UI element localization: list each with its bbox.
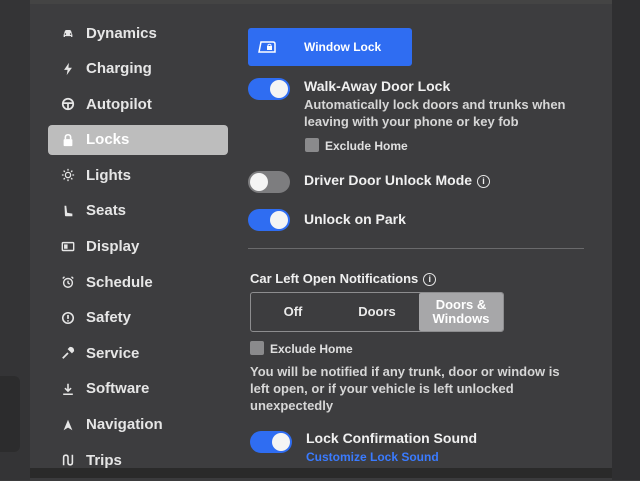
info-icon[interactable]: i [477,175,491,188]
sidebar-item-schedule[interactable]: Schedule [48,267,228,297]
option-doors-and-windows[interactable]: Doors & Windows [419,293,503,331]
settings-sidebar: Dynamics Charging Autopilot Locks Lights… [48,18,228,481]
sidebar-item-safety[interactable]: Safety [48,303,228,333]
right-bezel [612,0,640,480]
option-doors[interactable]: Doors [335,293,419,331]
option-doors-and-windows-label: Doors & Windows [432,297,490,326]
walk-away-door-lock-toggle[interactable] [248,78,290,100]
car-left-open-description: You will be notified if any trunk, door … [250,364,560,413]
sidebar-item-label: Service [86,344,140,362]
alarm-clock-icon [60,274,76,290]
section-divider [248,248,584,249]
sidebar-item-label: Navigation [86,416,163,434]
wrench-icon [60,345,76,361]
sidebar-item-label: Charging [86,60,152,78]
lock-icon [60,132,76,148]
car-left-open-segmented-control: Off Doors Doors & Windows [250,292,504,332]
car-left-open-exclude-home-checkbox[interactable] [250,341,264,355]
toggle-knob [250,173,268,191]
driver-door-unlock-mode-toggle[interactable] [248,171,290,193]
alert-circle-icon [60,310,76,326]
customize-lock-sound-link[interactable]: Customize Lock Sound [306,450,439,464]
sidebar-item-service[interactable]: Service [48,338,228,368]
sidebar-item-label: Locks [86,131,130,149]
seat-icon [60,203,76,219]
window-lock-icon [258,40,276,54]
lock-confirmation-sound-label: Lock Confirmation Sound [306,430,478,446]
car-left-open-label: Car Left Open Notifications [250,271,419,286]
steering-wheel-icon [60,96,76,112]
toggle-knob [270,211,288,229]
unlock-on-park-toggle[interactable] [248,209,290,231]
sidebar-item-navigation[interactable]: Navigation [48,410,228,440]
car-left-open-row: Car Left Open Notifications i [250,271,437,286]
walk-away-exclude-home-label: Exclude Home [325,139,408,153]
window-lock-button[interactable]: Window Lock [248,28,412,66]
sidebar-item-label: Autopilot [86,95,152,113]
driver-door-unlock-mode-label: Driver Door Unlock Mode [304,172,473,188]
info-icon[interactable]: i [423,273,437,286]
sidebar-item-seats[interactable]: Seats [48,196,228,226]
sidebar-item-label: Safety [86,309,132,327]
sidebar-item-label: Display [86,238,140,256]
bolt-icon [60,61,76,77]
left-bezel [0,0,30,480]
walk-away-exclude-home-checkbox[interactable] [305,138,319,152]
driver-door-unlock-mode-row: Driver Door Unlock Mode i [304,172,491,188]
toggle-knob [272,433,290,451]
car-icon [60,25,76,41]
sidebar-item-trips[interactable]: Trips [48,445,228,475]
sidebar-item-locks[interactable]: Locks [48,124,228,155]
display-icon [60,239,76,255]
car-left-open-exclude-home-label: Exclude Home [270,342,353,356]
sidebar-item-label: Trips [86,451,122,469]
option-off[interactable]: Off [251,293,335,331]
download-icon [60,381,76,397]
trips-icon [60,452,76,468]
sidebar-item-software[interactable]: Software [48,374,228,404]
lock-confirmation-sound-toggle[interactable] [250,431,292,453]
sidebar-item-label: Lights [86,166,131,184]
window-lock-label: Window Lock [304,40,382,54]
sidebar-item-label: Seats [86,202,127,220]
sidebar-item-label: Dynamics [86,24,157,42]
locks-settings-panel: Window Lock Walk-Away Door Lock Automati… [248,0,588,470]
bezel-edge [0,376,20,452]
walk-away-description: Automatically lock doors and trunks when… [304,97,566,129]
toggle-knob [270,80,288,98]
unlock-on-park-label: Unlock on Park [304,211,406,227]
sidebar-item-charging[interactable]: Charging [48,54,228,84]
navigation-arrow-icon [60,417,76,433]
sidebar-item-label: Schedule [86,273,153,291]
sidebar-item-autopilot[interactable]: Autopilot [48,89,228,119]
sidebar-item-display[interactable]: Display [48,232,228,262]
sidebar-item-lights[interactable]: Lights [48,160,228,190]
walk-away-door-lock-label: Walk-Away Door Lock [304,78,451,94]
sidebar-item-label: Software [86,380,150,398]
sidebar-item-dynamics[interactable]: Dynamics [48,18,228,48]
sun-icon [60,167,76,183]
